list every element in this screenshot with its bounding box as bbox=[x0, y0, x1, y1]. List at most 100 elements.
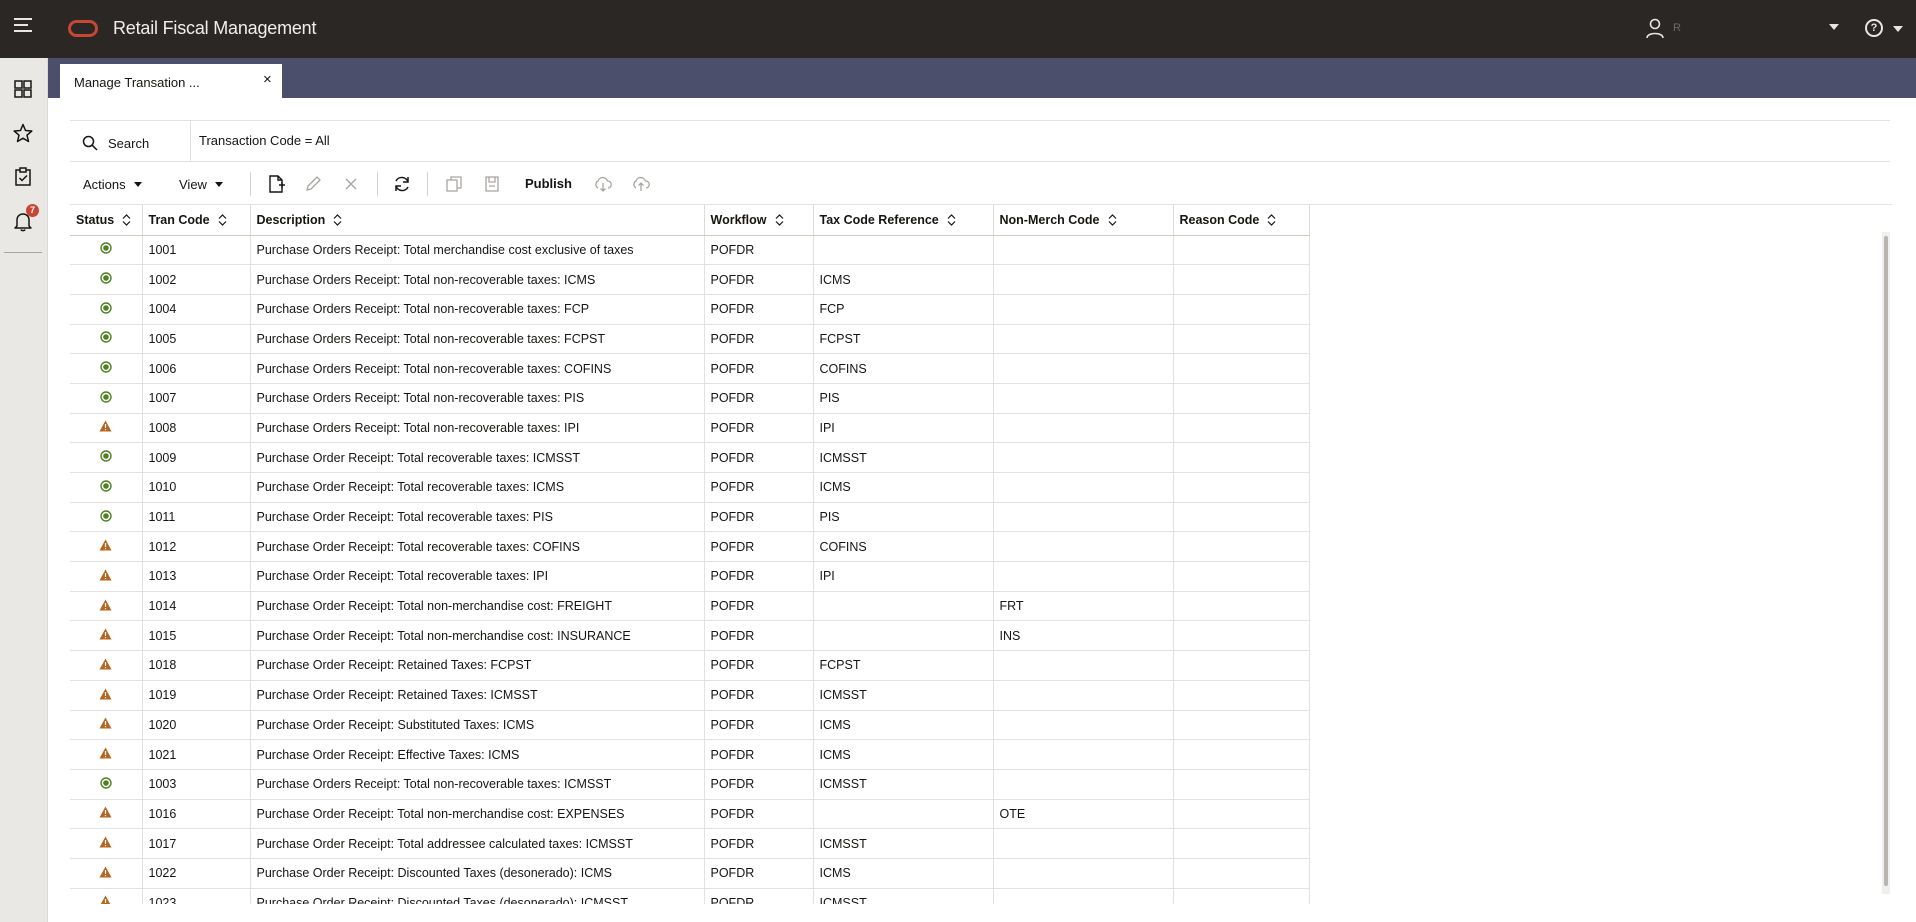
notifications-button[interactable]: 7 bbox=[12, 204, 39, 232]
cloud-download-icon[interactable] bbox=[593, 174, 613, 194]
warning-icon bbox=[99, 658, 112, 670]
table-row[interactable]: 1021 Purchase Order Receipt: Effective Ta… bbox=[70, 739, 1310, 770]
warning-icon bbox=[99, 688, 112, 700]
tasks-icon[interactable] bbox=[12, 166, 34, 188]
oracle-logo bbox=[68, 20, 98, 37]
refresh-icon[interactable] bbox=[392, 174, 412, 194]
create-icon[interactable] bbox=[266, 174, 286, 194]
tax-code-reference-cell: ICMS bbox=[813, 264, 994, 295]
status-active-icon bbox=[100, 777, 112, 789]
column-header-workflow[interactable]: Workflow bbox=[704, 205, 814, 236]
column-header-label: Status bbox=[76, 212, 115, 227]
duplicate-icon[interactable] bbox=[444, 174, 464, 194]
table-row[interactable]: 1019 Purchase Order Receipt: Retained Tax… bbox=[70, 680, 1310, 711]
sort-icon[interactable] bbox=[218, 214, 227, 227]
user-menu[interactable]: R bbox=[1645, 16, 1839, 42]
non-merch-code-cell bbox=[993, 324, 1174, 355]
help-icon[interactable]: ? bbox=[1865, 19, 1883, 37]
table-row[interactable]: 1012 Purchase Order Receipt: Total recove… bbox=[70, 531, 1310, 563]
tran-code-cell: 1015 bbox=[142, 620, 251, 652]
table-row[interactable]: 1018 Purchase Order Receipt: Retained Tax… bbox=[70, 650, 1310, 681]
workflow-cell: POFDR bbox=[704, 235, 814, 266]
view-menu-button[interactable]: View bbox=[179, 174, 223, 194]
tran-code-cell: 1021 bbox=[142, 739, 251, 770]
reason-code-cell bbox=[1173, 324, 1310, 355]
table-row[interactable]: 1023 Purchase Order Receipt: Discounted T… bbox=[70, 888, 1310, 904]
table-row[interactable]: 1009 Purchase Order Receipt: Total recove… bbox=[70, 442, 1310, 473]
table-row[interactable]: 1008 Purchase Orders Receipt: Total non-r… bbox=[70, 413, 1310, 444]
column-header-description[interactable]: Description bbox=[250, 205, 705, 236]
table-row[interactable]: 1001 Purchase Orders Receipt: Total merch… bbox=[70, 235, 1310, 266]
scrollbar-thumb[interactable] bbox=[1884, 236, 1888, 886]
sort-icon[interactable] bbox=[775, 214, 784, 227]
sort-icon[interactable] bbox=[1267, 214, 1276, 227]
hamburger-icon[interactable] bbox=[14, 18, 32, 32]
description-cell: Purchase Orders Receipt: Total non-recov… bbox=[250, 383, 705, 414]
description-cell: Purchase Order Receipt: Total addressee … bbox=[250, 828, 705, 859]
table-row[interactable]: 1022 Purchase Order Receipt: Discounted T… bbox=[70, 858, 1310, 889]
sort-icon[interactable] bbox=[122, 214, 131, 227]
status-cell bbox=[70, 591, 143, 622]
column-header-reason-code[interactable]: Reason Code bbox=[1173, 205, 1310, 236]
sort-icon[interactable] bbox=[947, 214, 956, 227]
table-row[interactable]: 1016 Purchase Order Receipt: Total non-me… bbox=[70, 799, 1310, 830]
column-header-status[interactable]: Status bbox=[70, 205, 143, 236]
table-row[interactable]: 1017 Purchase Order Receipt: Total addres… bbox=[70, 828, 1310, 859]
non-merch-code-cell bbox=[993, 561, 1174, 592]
dashboard-icon[interactable] bbox=[12, 78, 34, 100]
cloud-upload-icon[interactable] bbox=[631, 174, 651, 194]
rail-divider bbox=[4, 252, 42, 253]
search-button[interactable]: Search bbox=[82, 133, 149, 153]
table-row[interactable]: 1011 Purchase Order Receipt: Total recove… bbox=[70, 502, 1310, 533]
reason-code-cell bbox=[1173, 531, 1310, 563]
tran-code-cell: 1010 bbox=[142, 472, 251, 503]
sort-icon[interactable] bbox=[1108, 214, 1117, 227]
column-header-tax-code-reference[interactable]: Tax Code Reference bbox=[813, 205, 994, 236]
table-row[interactable]: 1004 Purchase Orders Receipt: Total non-r… bbox=[70, 294, 1310, 325]
column-header-label: Description bbox=[256, 212, 326, 227]
tax-code-reference-cell: ICMSST bbox=[813, 888, 994, 904]
column-header-tran-code[interactable]: Tran Code bbox=[142, 205, 251, 236]
star-icon[interactable] bbox=[12, 122, 34, 144]
tab-manage-transaction-codes[interactable]: Manage Transation ... × bbox=[60, 64, 282, 98]
non-merch-code-cell bbox=[993, 739, 1174, 770]
table-row[interactable]: 1006 Purchase Orders Receipt: Total non-r… bbox=[70, 353, 1310, 384]
close-icon[interactable]: × bbox=[263, 71, 272, 88]
save-icon[interactable] bbox=[482, 174, 502, 194]
table-row[interactable]: 1010 Purchase Order Receipt: Total recove… bbox=[70, 472, 1310, 503]
table-row[interactable]: 1015 Purchase Order Receipt: Total non-me… bbox=[70, 620, 1310, 652]
table-row[interactable]: 1002 Purchase Orders Receipt: Total non-r… bbox=[70, 264, 1310, 295]
actions-menu-button[interactable]: Actions bbox=[83, 174, 142, 194]
publish-button[interactable]: Publish bbox=[525, 174, 572, 194]
workflow-cell: POFDR bbox=[704, 799, 814, 830]
status-cell bbox=[70, 769, 143, 800]
workflow-cell: POFDR bbox=[704, 561, 814, 592]
table-row[interactable]: 1005 Purchase Orders Receipt: Total non-r… bbox=[70, 324, 1310, 355]
description-cell: Purchase Order Receipt: Total recoverabl… bbox=[250, 442, 705, 473]
sort-icon[interactable] bbox=[333, 214, 342, 227]
workflow-cell: POFDR bbox=[704, 324, 814, 355]
table-row[interactable]: 1003 Purchase Orders Receipt: Total non-r… bbox=[70, 769, 1310, 800]
notification-count-badge: 7 bbox=[26, 204, 39, 217]
table-row[interactable]: 1007 Purchase Orders Receipt: Total non-r… bbox=[70, 383, 1310, 414]
workflow-cell: POFDR bbox=[704, 264, 814, 295]
table-row[interactable]: 1014 Purchase Order Receipt: Total non-me… bbox=[70, 591, 1310, 622]
table-row[interactable]: 1013 Purchase Order Receipt: Total recove… bbox=[70, 561, 1310, 592]
warning-icon bbox=[99, 628, 112, 640]
reason-code-cell bbox=[1173, 888, 1310, 904]
search-bar: Search Transaction Code = All bbox=[70, 120, 1890, 162]
non-merch-code-cell bbox=[993, 888, 1174, 904]
tax-code-reference-cell: FCP bbox=[813, 294, 994, 325]
workflow-cell: POFDR bbox=[704, 888, 814, 904]
chevron-down-icon[interactable] bbox=[1893, 26, 1903, 32]
table-row[interactable]: 1020 Purchase Order Receipt: Substituted … bbox=[70, 710, 1310, 741]
left-navigation-rail: 7 bbox=[0, 58, 48, 922]
search-filter-summary[interactable]: Transaction Code = All bbox=[190, 121, 330, 161]
reason-code-cell bbox=[1173, 413, 1310, 444]
description-cell: Purchase Order Receipt: Substituted Taxe… bbox=[250, 710, 705, 741]
column-header-non-merch-code[interactable]: Non-Merch Code bbox=[993, 205, 1174, 236]
edit-icon[interactable] bbox=[303, 174, 323, 194]
description-cell: Purchase Order Receipt: Total non-mercha… bbox=[250, 620, 705, 652]
delete-icon[interactable] bbox=[341, 174, 361, 194]
description-cell: Purchase Orders Receipt: Total non-recov… bbox=[250, 769, 705, 800]
